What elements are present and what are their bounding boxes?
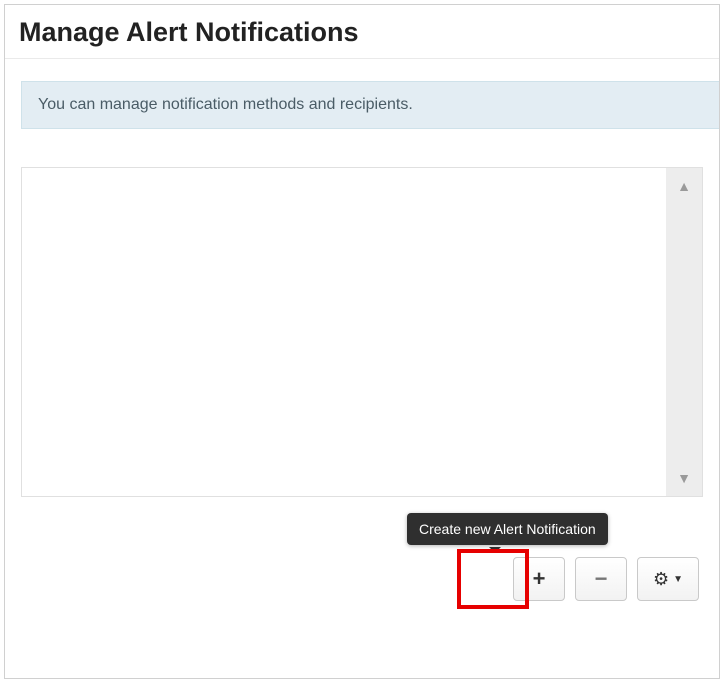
page-title: Manage Alert Notifications [19,17,705,48]
list-toolbar: + − ⚙ ▼ [513,557,699,601]
tooltip-text: Create new Alert Notification [419,521,596,537]
minus-icon: − [595,566,608,592]
tooltip-create-notification: Create new Alert Notification [407,513,608,545]
gear-icon: ⚙ [653,569,669,590]
panel-manage-alert-notifications: Manage Alert Notifications You can manag… [4,4,720,679]
panel-header: Manage Alert Notifications [5,5,719,59]
plus-icon: + [533,566,546,592]
info-banner: You can manage notification methods and … [21,81,719,129]
caret-down-icon: ▼ [673,574,683,585]
settings-menu-button[interactable]: ⚙ ▼ [637,557,699,601]
scroll-up-button[interactable]: ▲ [666,168,702,204]
remove-button[interactable]: − [575,557,627,601]
info-banner-text: You can manage notification methods and … [38,96,413,113]
scroll-down-button[interactable]: ▼ [666,460,702,496]
chevron-up-icon: ▲ [677,178,691,194]
chevron-down-icon: ▼ [677,470,691,486]
scrollbar[interactable]: ▲ ▼ [666,168,702,496]
panel-body: You can manage notification methods and … [5,59,719,513]
add-button[interactable]: + [513,557,565,601]
notifications-list[interactable]: ▲ ▼ [21,167,703,497]
